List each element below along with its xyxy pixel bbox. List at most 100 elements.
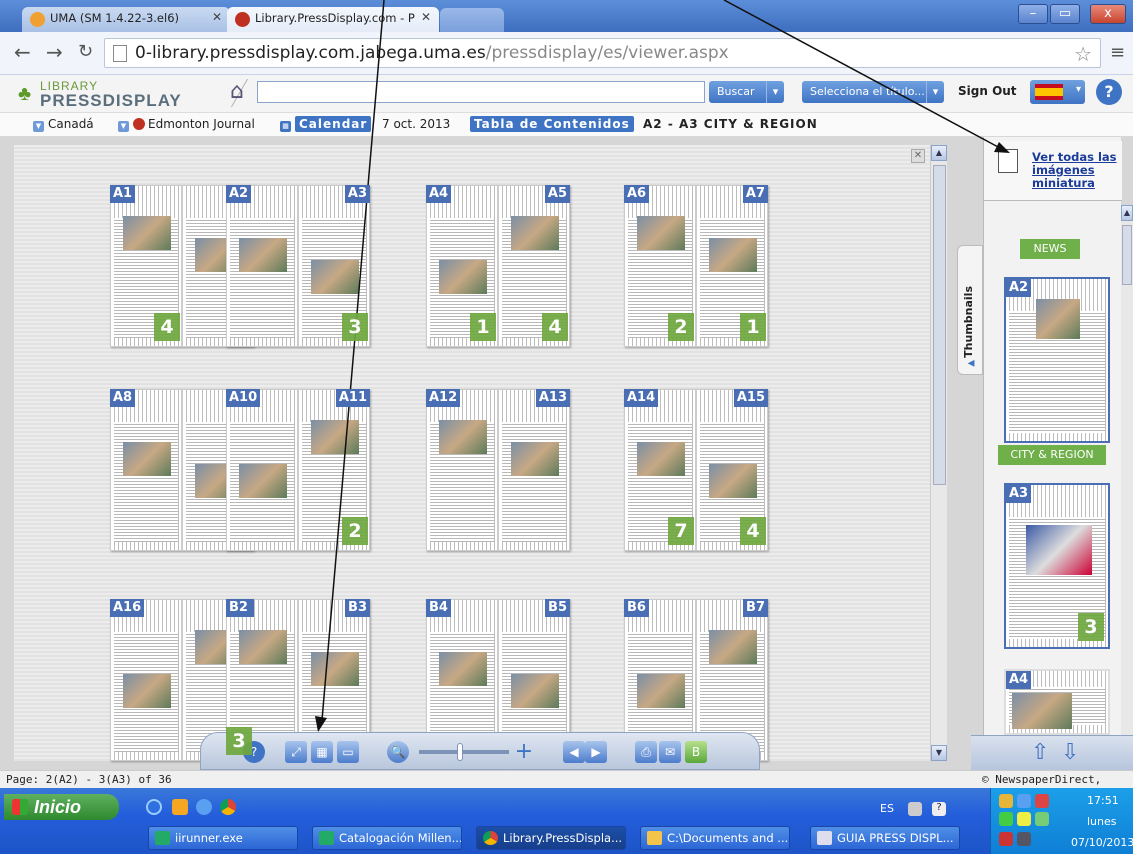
viewer-scrollbar[interactable]: ▲ ▼ bbox=[930, 145, 947, 761]
page-preview[interactable] bbox=[498, 389, 570, 551]
thumbnail-a3[interactable]: A3 3 bbox=[1004, 483, 1110, 649]
page-spread[interactable]: A12 A13 bbox=[426, 389, 570, 551]
scroll-up-icon[interactable]: ▲ bbox=[1121, 205, 1133, 221]
paper-select[interactable]: ▼ Edmonton Journal bbox=[118, 117, 255, 132]
reload-icon[interactable]: ↻ bbox=[78, 41, 93, 62]
thumbnails-tab[interactable]: Thumbnails ▶ bbox=[957, 245, 983, 375]
scroll-thumb[interactable] bbox=[933, 165, 946, 485]
zoom-slider[interactable] bbox=[419, 750, 509, 754]
new-tab-button[interactable] bbox=[440, 8, 504, 32]
browser-tab-pressdisplay[interactable]: Library.PressDisplay.com - P ✕ bbox=[227, 7, 439, 32]
toc-button[interactable]: Tabla de Contenidos bbox=[470, 116, 634, 132]
section-city-region[interactable]: CITY & REGION bbox=[998, 445, 1106, 465]
media-icon[interactable] bbox=[172, 799, 188, 815]
zoom-slider-handle[interactable] bbox=[457, 743, 463, 761]
article-count-badge[interactable]: 4 bbox=[740, 517, 766, 545]
next-page-icon[interactable]: ▶ bbox=[585, 741, 607, 763]
chrome-icon[interactable] bbox=[220, 799, 236, 815]
page-spread[interactable]: A2 A3 3 bbox=[226, 185, 370, 347]
taskbar-item[interactable]: iirunner.exe bbox=[148, 826, 298, 850]
section-news[interactable]: NEWS bbox=[1020, 239, 1080, 259]
close-window-button[interactable]: x bbox=[1090, 4, 1126, 24]
taskbar-item[interactable]: Catalogación Millen... bbox=[312, 826, 462, 850]
taskbar-item[interactable]: C:\Documents and ... bbox=[640, 826, 790, 850]
next-thumbnail-arrow-icon[interactable]: ⇩ bbox=[1061, 740, 1079, 765]
start-button[interactable]: Inicio bbox=[4, 794, 119, 820]
page-spread[interactable]: A14 7 A15 4 bbox=[624, 389, 768, 551]
article-count-badge[interactable]: 4 bbox=[154, 313, 180, 341]
fit-page-icon[interactable]: ⤢ bbox=[285, 741, 307, 763]
close-tab-icon[interactable]: ✕ bbox=[212, 10, 222, 24]
calendar-button[interactable]: ▦ Calendar bbox=[280, 116, 372, 132]
page-spread[interactable]: A4 1 A5 4 bbox=[426, 185, 570, 347]
country-select[interactable]: ▼ Canadá bbox=[33, 117, 94, 132]
sign-out-link[interactable]: Sign Out bbox=[958, 84, 1017, 98]
dropdown-arrow-icon[interactable]: ▾ bbox=[766, 81, 784, 103]
spreads-grid[interactable]: A14A2A33A41A54A62A71A8A9A10A112A12A13A14… bbox=[14, 145, 930, 761]
print-icon[interactable]: ⎙ bbox=[635, 741, 657, 763]
title-select[interactable]: Selecciona el título... ▾ bbox=[802, 81, 944, 103]
tray-app-icon[interactable] bbox=[1017, 812, 1031, 826]
collapse-arrow-icon[interactable]: ▶ bbox=[966, 358, 976, 368]
page-spread[interactable]: A10 A11 2 bbox=[226, 389, 370, 551]
article-count-badge[interactable]: 1 bbox=[740, 313, 766, 341]
close-tab-icon[interactable]: ✕ bbox=[421, 10, 431, 24]
page-preview[interactable] bbox=[426, 389, 498, 551]
maximize-button[interactable]: ▭ bbox=[1050, 4, 1080, 24]
article-count-badge[interactable]: 1 bbox=[470, 313, 496, 341]
scroll-down-icon[interactable]: ▼ bbox=[931, 745, 947, 761]
page-preview[interactable] bbox=[226, 389, 298, 551]
zoom-out-icon[interactable]: 🔍 bbox=[387, 741, 409, 763]
back-arrow-icon[interactable]: ← bbox=[14, 40, 31, 64]
minimize-button[interactable]: – bbox=[1018, 4, 1048, 24]
keyboard-icon[interactable] bbox=[908, 802, 922, 816]
thumbnails-scrollbar[interactable]: ▲ bbox=[1121, 205, 1133, 735]
browser-menu-icon[interactable]: ≡ bbox=[1110, 42, 1125, 63]
email-icon[interactable]: ✉ bbox=[659, 741, 681, 763]
volume-icon[interactable] bbox=[999, 832, 1013, 846]
search-input[interactable] bbox=[257, 81, 705, 103]
thumbnail-list[interactable]: Ver todas las imágenes miniatura NEWS A2… bbox=[983, 137, 1122, 735]
tray-app-icon[interactable] bbox=[1035, 794, 1049, 808]
url-field[interactable]: 0-library.pressdisplay.com.jabega.uma.es… bbox=[104, 38, 1101, 68]
bookmark-star-icon[interactable]: ☆ bbox=[1074, 40, 1092, 68]
article-count-badge[interactable]: 2 bbox=[668, 313, 694, 341]
page-preview[interactable] bbox=[110, 389, 182, 551]
bookmark-icon[interactable]: B bbox=[685, 741, 707, 763]
language-indicator[interactable]: ES bbox=[880, 802, 894, 815]
single-page-icon[interactable]: ▭ bbox=[337, 741, 359, 763]
previous-thumbnail-arrow-icon[interactable]: ⇧ bbox=[1031, 740, 1049, 765]
help-tray-icon[interactable]: ? bbox=[932, 802, 946, 816]
scroll-up-icon[interactable]: ▲ bbox=[931, 145, 947, 161]
tray-app-icon[interactable] bbox=[1017, 794, 1031, 808]
article-count-badge[interactable]: 7 bbox=[668, 517, 694, 545]
home-icon[interactable]: ⌂ bbox=[230, 79, 244, 104]
article-count-badge[interactable]: 4 bbox=[542, 313, 568, 341]
all-thumbnails-link[interactable]: Ver todas las imágenes miniatura bbox=[984, 141, 1122, 201]
taskbar-item[interactable]: GUIA PRESS DISPL... bbox=[810, 826, 960, 850]
article-count-badge[interactable]: 2 bbox=[342, 517, 368, 545]
article-count-badge[interactable]: 3 bbox=[226, 727, 252, 755]
page-preview[interactable] bbox=[226, 185, 298, 347]
tray-app-icon[interactable] bbox=[999, 812, 1013, 826]
page-preview[interactable] bbox=[110, 599, 182, 761]
ie-icon[interactable] bbox=[146, 799, 162, 815]
previous-page-icon[interactable]: ◀ bbox=[563, 741, 585, 763]
thumbnail-a4[interactable]: A4 bbox=[1004, 669, 1110, 735]
clock-time[interactable]: 17:51 bbox=[1087, 794, 1119, 807]
forward-arrow-icon[interactable]: → bbox=[46, 40, 63, 64]
page-spread[interactable]: A6 2 A7 1 bbox=[624, 185, 768, 347]
taskbar-item-active[interactable]: Library.PressDispla... bbox=[476, 826, 626, 850]
zoom-in-icon[interactable]: + bbox=[513, 741, 535, 763]
all-thumbnails-label[interactable]: Ver todas las imágenes miniatura bbox=[1032, 151, 1120, 190]
tray-app-icon[interactable] bbox=[1035, 812, 1049, 826]
search-button[interactable]: Buscar ▾ bbox=[709, 81, 784, 103]
article-count-badge[interactable]: 3 bbox=[342, 313, 368, 341]
browser-tab-uma[interactable]: UMA (SM 1.4.22-3.el6) ✕ bbox=[22, 7, 230, 32]
help-button[interactable]: ? bbox=[1096, 79, 1122, 105]
scroll-thumb[interactable] bbox=[1122, 225, 1132, 285]
thumbnail-a2[interactable]: A2 bbox=[1004, 277, 1110, 443]
network-icon[interactable] bbox=[1017, 832, 1031, 846]
language-select[interactable]: ▾ bbox=[1030, 80, 1085, 104]
dropdown-arrow-icon[interactable]: ▾ bbox=[926, 81, 944, 103]
